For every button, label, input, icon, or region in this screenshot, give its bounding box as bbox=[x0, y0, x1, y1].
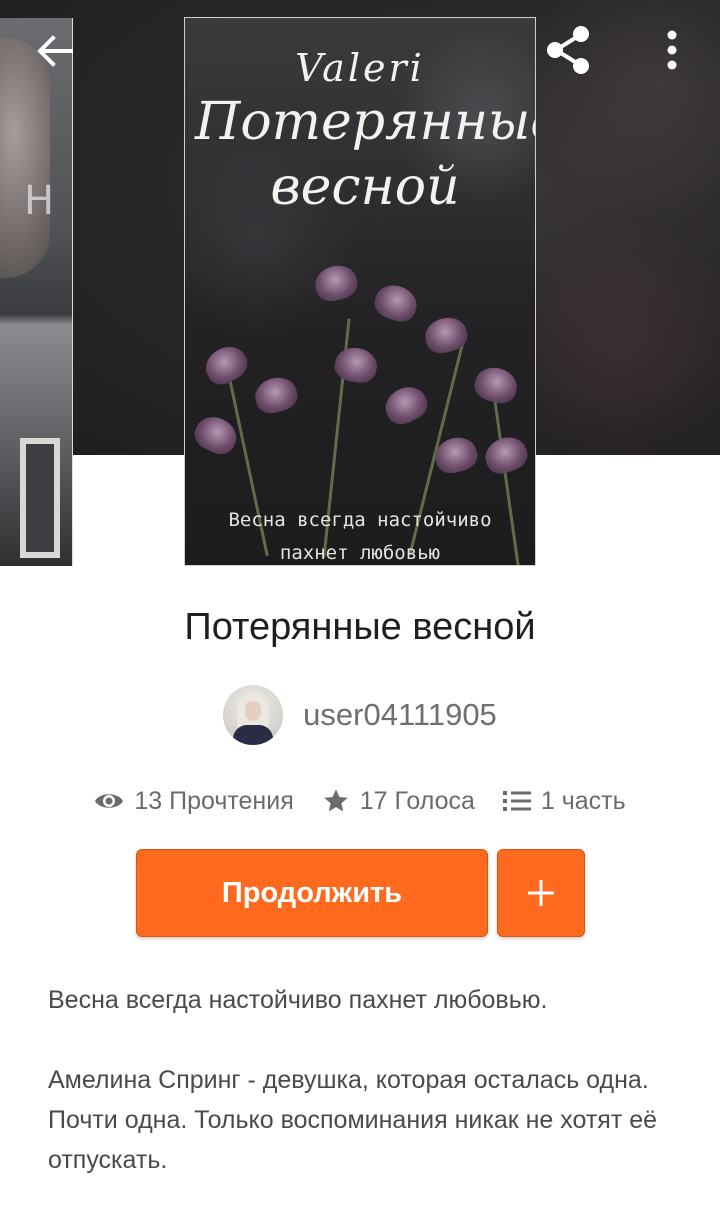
share-icon bbox=[547, 26, 589, 74]
eye-icon bbox=[95, 794, 124, 808]
author-row[interactable]: user04111905 bbox=[0, 684, 720, 746]
reads-stat: 13 Прочтения bbox=[94, 786, 294, 816]
reads-count: 13 Прочтения bbox=[134, 786, 294, 815]
book-cover[interactable]: Valeri Потерянные весной Весна всегда на… bbox=[184, 17, 536, 566]
story-description: Весна всегда настойчиво пахнет любовью. … bbox=[48, 980, 688, 1180]
author-username[interactable]: user04111905 bbox=[303, 697, 497, 733]
previous-cover-photo bbox=[0, 38, 50, 278]
previous-cover-letter: Н bbox=[24, 178, 55, 224]
cover-tagline-line: пахнет любовью bbox=[279, 542, 441, 565]
arrow-left-icon bbox=[37, 35, 73, 67]
cover-title: Потерянные весной bbox=[195, 92, 536, 217]
story-stats: 13 Прочтения 17 Голоса 1 часть bbox=[0, 778, 720, 824]
cover-author: Valeri bbox=[295, 46, 425, 90]
avatar-face bbox=[245, 701, 262, 721]
star-icon bbox=[324, 789, 348, 812]
continue-reading-button[interactable]: Продолжить bbox=[136, 849, 488, 937]
previous-cover-window bbox=[20, 438, 60, 558]
action-buttons: Продолжить bbox=[136, 849, 585, 937]
cover-tagline: Весна всегда настойчиво пахнет любовью bbox=[185, 504, 535, 565]
list-icon bbox=[502, 791, 531, 811]
votes-stat: 17 Голоса bbox=[322, 787, 475, 816]
plus-icon bbox=[528, 880, 554, 906]
description-paragraph: Весна всегда настойчиво пахнет любовью. bbox=[48, 986, 548, 1014]
add-to-library-button[interactable] bbox=[497, 849, 585, 937]
cover-tagline-line: Весна всегда настойчиво bbox=[228, 509, 492, 531]
more-vertical-icon bbox=[667, 30, 677, 70]
back-button[interactable] bbox=[30, 28, 80, 74]
votes-count: 17 Голоса bbox=[359, 786, 475, 815]
avatar-body bbox=[233, 725, 274, 745]
author-avatar[interactable] bbox=[223, 685, 284, 745]
parts-stat: 1 часть bbox=[502, 786, 626, 816]
more-options-button[interactable] bbox=[652, 24, 692, 76]
parts-count: 1 часть bbox=[540, 786, 626, 815]
share-button[interactable] bbox=[540, 22, 596, 78]
story-title: Потерянные весной bbox=[184, 606, 536, 648]
previous-cover[interactable]: Н bbox=[0, 18, 73, 566]
description-paragraph: Амелина Спринг - девушка, которая остала… bbox=[48, 1066, 658, 1174]
